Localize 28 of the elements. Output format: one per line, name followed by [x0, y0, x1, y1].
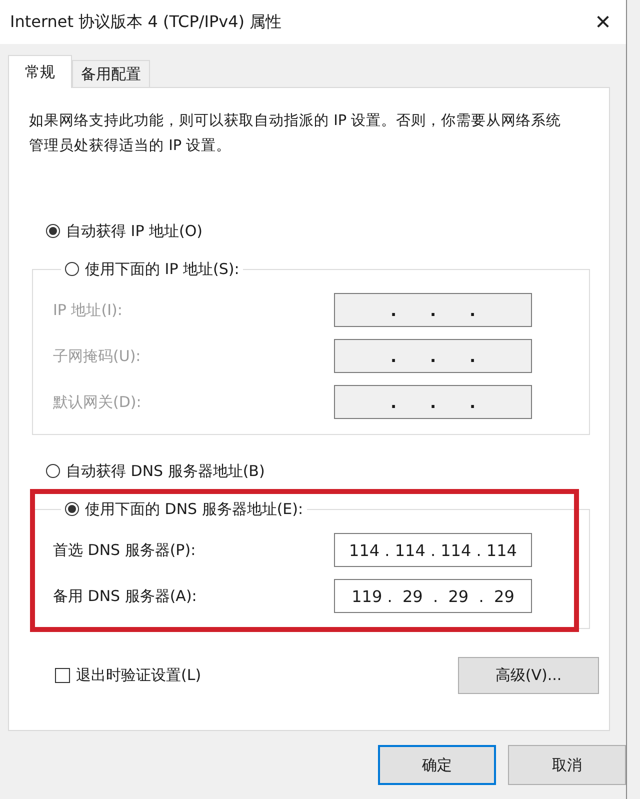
ip-address-field[interactable]: 114 . 114 . 114 . 114 — [334, 533, 532, 567]
radio-label[interactable]: 使用下面的 DNS 服务器地址(E): — [85, 500, 304, 518]
field-label: 子网掩码(U): — [53, 346, 142, 366]
radio-button[interactable] — [65, 262, 79, 276]
ip-address-field: . . . — [334, 339, 532, 373]
ip-address-field: . . . — [334, 385, 532, 419]
field-label: 备用 DNS 服务器(A): — [53, 586, 198, 606]
advanced-button[interactable]: 高级(V)... — [458, 657, 599, 694]
checkbox[interactable] — [55, 668, 70, 683]
close-button[interactable]: ✕ — [580, 0, 626, 44]
tab[interactable]: 备用配置 — [72, 60, 150, 87]
radio-label[interactable]: 自动获得 IP 地址(O) — [66, 222, 203, 240]
field-label: 首选 DNS 服务器(P): — [53, 540, 197, 560]
radio-button[interactable] — [65, 502, 79, 516]
radio-button[interactable] — [46, 224, 60, 238]
radio-label[interactable]: 自动获得 DNS 服务器地址(B) — [66, 462, 265, 480]
tab[interactable]: 常规 — [8, 55, 72, 88]
description-text: 如果网络支持此功能，则可以获取自动指派的 IP 设置。否则，你需要从网络系统管理员处获得适当的 IP 设置。 — [29, 112, 562, 156]
window-title: Internet 协议版本 4 (TCP/IPv4) 属性 — [10, 12, 282, 32]
radio-button[interactable] — [46, 464, 60, 478]
ip-address-field: . . . — [334, 293, 532, 327]
cancel-button[interactable]: 取消 — [508, 745, 626, 785]
radio-label[interactable]: 使用下面的 IP 地址(S): — [85, 260, 240, 278]
checkbox-label[interactable]: 退出时验证设置(L) — [76, 666, 202, 685]
field-label: 默认网关(D): — [53, 392, 142, 412]
field-label: IP 地址(I): — [53, 300, 124, 320]
ip-address-field[interactable]: 119 . 29 . 29 . 29 — [334, 579, 532, 613]
ok-button[interactable]: 确定 — [378, 745, 496, 785]
